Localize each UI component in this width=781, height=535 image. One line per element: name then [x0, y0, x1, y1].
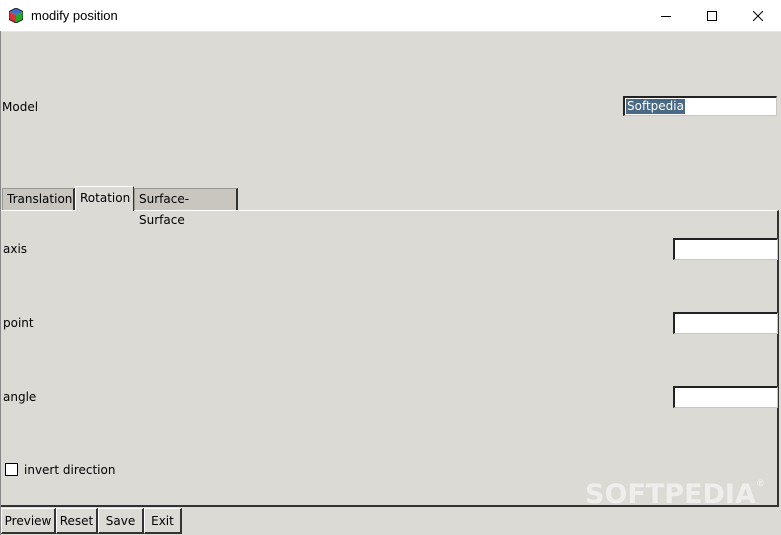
bottom-button-bar: Preview Reset Save Exit [0, 508, 781, 535]
tab-rotation[interactable]: Rotation [75, 186, 134, 211]
model-input-value: Softpedia [626, 99, 685, 114]
tab-surface-surface[interactable]: Surface-Surface [134, 188, 238, 227]
title-bar: modify position [0, 0, 781, 32]
invert-direction-checkbox[interactable] [5, 463, 18, 476]
invert-direction-label: invert direction [24, 463, 116, 477]
save-button[interactable]: Save [98, 508, 144, 534]
angle-label: angle [3, 390, 37, 404]
model-input[interactable]: Softpedia [623, 96, 777, 116]
point-label: point [3, 316, 34, 330]
model-label: Model [2, 100, 39, 114]
axis-label: axis [3, 242, 28, 256]
tab-translation[interactable]: Translation [2, 188, 75, 210]
exit-button[interactable]: Exit [144, 508, 182, 534]
axis-input[interactable] [673, 238, 778, 260]
maximize-button[interactable] [689, 0, 735, 31]
minimize-icon [661, 11, 671, 21]
angle-input[interactable] [673, 386, 778, 408]
point-input[interactable] [673, 312, 778, 334]
window-title: modify position [31, 8, 118, 23]
close-icon [753, 10, 763, 21]
reset-button[interactable]: Reset [56, 508, 98, 534]
rotation-panel [1, 210, 779, 507]
minimize-button[interactable] [643, 0, 689, 31]
preview-button[interactable]: Preview [1, 508, 56, 534]
softpedia-watermark: SOFTPEDIA® [585, 479, 765, 510]
maximize-icon [707, 10, 717, 21]
cube-app-icon [8, 7, 24, 24]
close-button[interactable] [735, 0, 781, 31]
watermark-text: SOFTPEDIA [585, 479, 756, 510]
